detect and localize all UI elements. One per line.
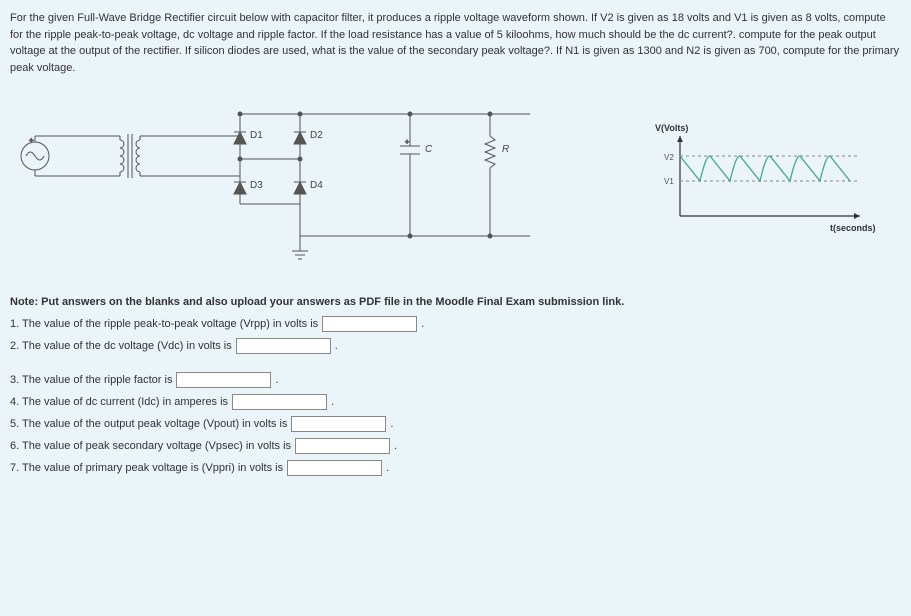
question-7: 7. The value of primary peak voltage is … xyxy=(10,460,901,476)
question-3: 3. The value of the ripple factor is . xyxy=(10,372,901,388)
label-c: C xyxy=(425,144,433,155)
period: . xyxy=(421,318,424,330)
question-1-text: 1. The value of the ripple peak-to-peak … xyxy=(10,318,318,330)
waveform-v1: V1 xyxy=(664,177,674,186)
answer-input-vpsec[interactable] xyxy=(295,438,390,454)
svg-text:+: + xyxy=(405,139,409,146)
waveform-xlabel: t(seconds) xyxy=(830,223,876,233)
question-6-text: 6. The value of peak secondary voltage (… xyxy=(10,440,291,452)
waveform-graph: V(Volts) V2 V1 t(seconds) xyxy=(650,121,880,241)
question-4: 4. The value of dc current (Idc) in ampe… xyxy=(10,394,901,410)
answer-input-vppri[interactable] xyxy=(287,460,382,476)
submission-note: Note: Put answers on the blanks and also… xyxy=(10,296,901,308)
label-d1: D1 xyxy=(250,130,263,141)
problem-statement: For the given Full-Wave Bridge Rectifier… xyxy=(10,10,901,76)
question-1: 1. The value of the ripple peak-to-peak … xyxy=(10,316,901,332)
period: . xyxy=(386,462,389,474)
answer-input-ripple-factor[interactable] xyxy=(176,372,271,388)
period: . xyxy=(335,340,338,352)
waveform-ylabel: V(Volts) xyxy=(655,123,688,133)
question-7-text: 7. The value of primary peak voltage is … xyxy=(10,462,283,474)
figure-area: + xyxy=(10,96,901,266)
period: . xyxy=(390,418,393,430)
question-5: 5. The value of the output peak voltage … xyxy=(10,416,901,432)
question-4-text: 4. The value of dc current (Idc) in ampe… xyxy=(10,396,228,408)
question-6: 6. The value of peak secondary voltage (… xyxy=(10,438,901,454)
question-2-text: 2. The value of the dc voltage (Vdc) in … xyxy=(10,340,232,352)
label-d2: D2 xyxy=(310,130,323,141)
label-d4: D4 xyxy=(310,180,323,191)
waveform-v2: V2 xyxy=(664,153,674,162)
answer-input-idc[interactable] xyxy=(232,394,327,410)
circuit-diagram: + xyxy=(10,96,630,266)
answer-input-vpout[interactable] xyxy=(291,416,386,432)
period: . xyxy=(394,440,397,452)
period: . xyxy=(275,374,278,386)
svg-text:+: + xyxy=(29,136,34,145)
label-r: R xyxy=(502,144,509,155)
label-d3: D3 xyxy=(250,180,263,191)
question-3-text: 3. The value of the ripple factor is xyxy=(10,374,172,386)
period: . xyxy=(331,396,334,408)
question-5-text: 5. The value of the output peak voltage … xyxy=(10,418,287,430)
answer-input-vdc[interactable] xyxy=(236,338,331,354)
answer-input-vrpp[interactable] xyxy=(322,316,417,332)
question-2: 2. The value of the dc voltage (Vdc) in … xyxy=(10,338,901,354)
